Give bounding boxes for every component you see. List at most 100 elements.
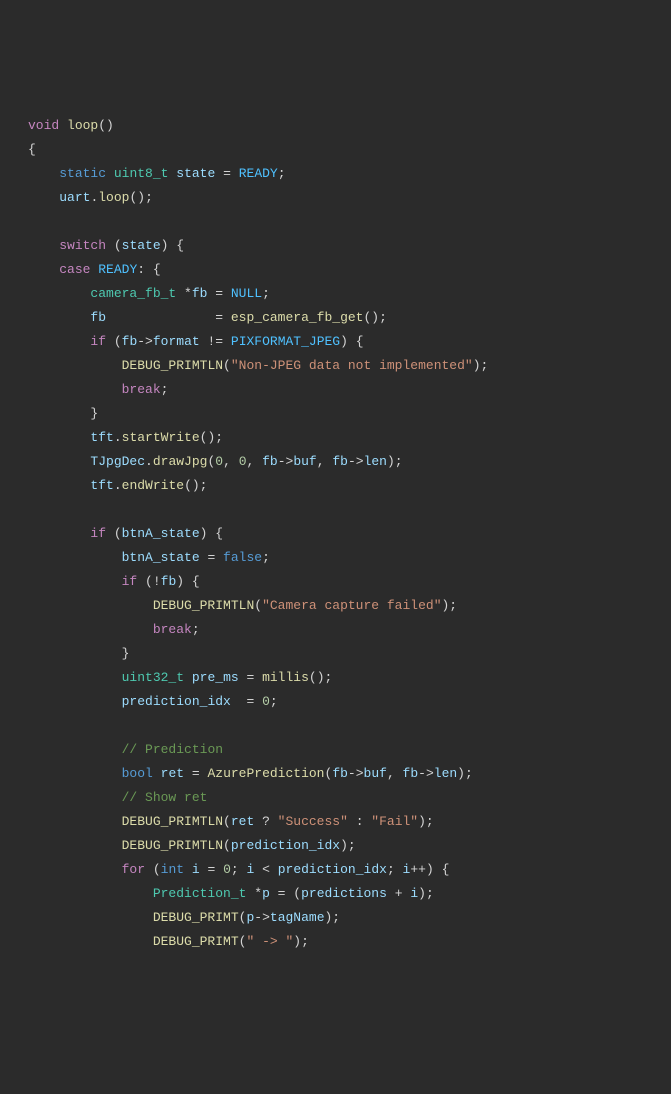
pad: [231, 694, 247, 709]
eq: =: [184, 766, 207, 781]
variable: fb: [403, 766, 419, 781]
sc: ;: [192, 622, 200, 637]
constant: PIXFORMAT_JPEG: [231, 334, 340, 349]
colon-brace: : {: [137, 262, 160, 277]
null: NULL: [231, 286, 262, 301]
number: 0: [239, 454, 247, 469]
paren: );: [293, 934, 309, 949]
method: endWrite: [122, 478, 184, 493]
paren: ) {: [200, 526, 223, 541]
method: drawJpg: [153, 454, 208, 469]
sc: ;: [231, 862, 247, 877]
paren: );: [457, 766, 473, 781]
lt: <: [254, 862, 277, 877]
paren: (: [239, 934, 247, 949]
variable: prediction_idx: [278, 862, 387, 877]
paren: );: [325, 910, 341, 925]
keyword: void: [28, 118, 59, 133]
string: "Non-JPEG data not implemented": [231, 358, 473, 373]
object: tft: [90, 430, 113, 445]
paren: (: [106, 334, 122, 349]
comma: ,: [317, 454, 333, 469]
variable: fb: [262, 454, 278, 469]
comment: // Prediction: [122, 742, 223, 757]
macro: DEBUG_PRIMTLN: [153, 598, 254, 613]
paren: ) {: [161, 238, 184, 253]
dot: .: [114, 430, 122, 445]
variable: prediction_idx: [122, 694, 231, 709]
comma: ,: [223, 454, 239, 469]
object: uart: [59, 190, 90, 205]
paren: ) {: [426, 862, 449, 877]
variable: state: [176, 166, 215, 181]
number: 0: [223, 862, 231, 877]
type: Prediction_t: [153, 886, 247, 901]
variable: i: [192, 862, 200, 877]
type: uint32_t: [122, 670, 184, 685]
dot: .: [145, 454, 153, 469]
field: len: [364, 454, 387, 469]
paren: (: [106, 526, 122, 541]
arrow: ->: [348, 766, 364, 781]
number: 0: [215, 454, 223, 469]
keyword: case: [59, 262, 90, 277]
field: format: [153, 334, 200, 349]
parens: ();: [184, 478, 207, 493]
variable: fb: [122, 334, 138, 349]
keyword: if: [90, 526, 106, 541]
parens: ();: [129, 190, 152, 205]
paren: );: [473, 358, 489, 373]
type: camera_fb_t: [90, 286, 176, 301]
type: uint8_t: [114, 166, 169, 181]
object: TJpgDec: [90, 454, 145, 469]
arrow: ->: [278, 454, 294, 469]
string: "Camera capture failed": [262, 598, 441, 613]
sc: ;: [262, 286, 270, 301]
variable: btnA_state: [122, 526, 200, 541]
function-name: loop: [67, 118, 98, 133]
paren: (: [106, 238, 122, 253]
paren: );: [418, 814, 434, 829]
string: " -> ": [246, 934, 293, 949]
arrow: ->: [418, 766, 434, 781]
eq: =: [215, 310, 231, 325]
dot: .: [114, 478, 122, 493]
eq: =: [246, 694, 262, 709]
field: tagName: [270, 910, 325, 925]
variable: fb: [192, 286, 208, 301]
code-block: void loop() { static uint8_t state = REA…: [28, 114, 671, 954]
neq: !=: [200, 334, 231, 349]
paren: (: [223, 358, 231, 373]
variable: ret: [231, 814, 254, 829]
eq: =: [207, 286, 230, 301]
field: len: [434, 766, 457, 781]
variable: i: [403, 862, 411, 877]
brace: {: [28, 142, 36, 157]
variable: predictions: [301, 886, 387, 901]
op: =: [223, 166, 231, 181]
variable: p: [246, 910, 254, 925]
eq: =: [200, 550, 223, 565]
variable: prediction_idx: [231, 838, 340, 853]
star: *: [246, 886, 262, 901]
comma: ,: [387, 766, 403, 781]
arrow: ->: [254, 910, 270, 925]
variable: state: [122, 238, 161, 253]
keyword: break: [122, 382, 161, 397]
paren: (: [239, 910, 247, 925]
variable: fb: [161, 574, 177, 589]
arrow: ->: [137, 334, 153, 349]
paren: (: [254, 598, 262, 613]
type: bool: [122, 766, 153, 781]
object: tft: [90, 478, 113, 493]
sc: ;: [161, 382, 169, 397]
macro: DEBUG_PRIMT: [153, 934, 239, 949]
comma: ,: [247, 454, 263, 469]
variable: p: [262, 886, 270, 901]
variable: i: [410, 886, 418, 901]
variable: i: [247, 862, 255, 877]
keyword: switch: [59, 238, 106, 253]
method: startWrite: [122, 430, 200, 445]
sc: ;: [262, 550, 270, 565]
star: *: [176, 286, 192, 301]
